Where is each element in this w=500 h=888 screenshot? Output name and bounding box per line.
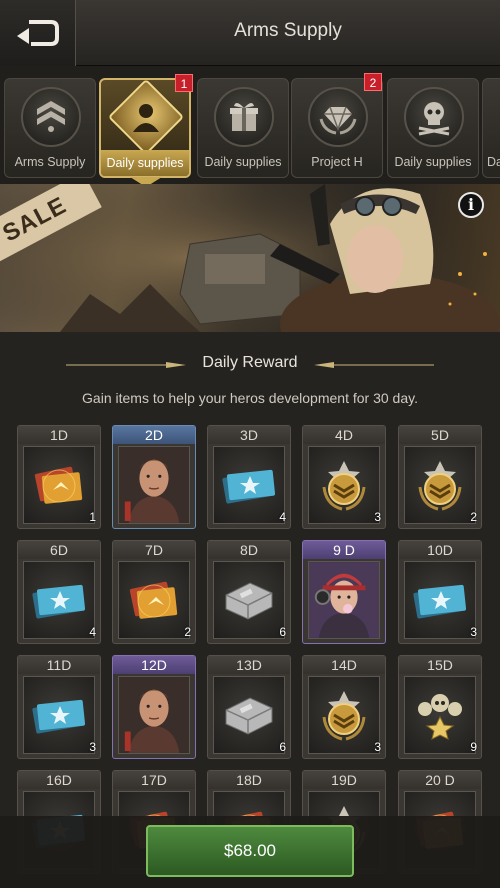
gold-cards-icon[interactable] xyxy=(118,561,190,639)
blue-card-icon[interactable] xyxy=(404,561,476,639)
day-label: 16D xyxy=(18,771,100,789)
day-label: 15D xyxy=(399,656,481,674)
day-label: 20 D xyxy=(399,771,481,789)
day-label: 1D xyxy=(18,426,100,444)
skull-medal-icon[interactable] xyxy=(404,676,476,754)
reward-day-cell[interactable]: 2D xyxy=(112,425,196,529)
tab-label: Daily supplies xyxy=(101,150,189,176)
tab-label: Daily supplies xyxy=(204,155,282,169)
gift-icon xyxy=(214,87,274,147)
silver-crate-icon[interactable] xyxy=(213,561,285,639)
gold-rank-medal-icon[interactable] xyxy=(404,446,476,524)
reward-day-cell[interactable]: 15D 9 xyxy=(398,655,482,759)
page-title: Arms Supply xyxy=(234,20,342,41)
item-count: 9 xyxy=(470,740,477,754)
day-label: 2D xyxy=(113,426,195,444)
tab-daily-supplies-active[interactable]: Daily supplies 1 xyxy=(99,74,193,178)
reward-day-cell[interactable]: 5D 2 xyxy=(398,425,482,529)
purchase-bar: $68.00 xyxy=(0,816,500,888)
hero-portrait-male[interactable] xyxy=(118,446,190,524)
item-count: 2 xyxy=(184,625,191,639)
day-label: 3D xyxy=(208,426,290,444)
item-count: 4 xyxy=(279,510,286,524)
reward-day-cell[interactable]: 7D 2 xyxy=(112,540,196,644)
blue-card-icon[interactable] xyxy=(213,446,285,524)
day-label: 19D xyxy=(303,771,385,789)
tab-project-h[interactable]: Project H 2 xyxy=(291,73,383,178)
buy-button[interactable]: $68.00 xyxy=(146,825,354,877)
gold-rank-medal-icon[interactable] xyxy=(308,676,380,754)
day-label: 6D xyxy=(18,541,100,559)
tab-label: Arms Supply xyxy=(14,155,86,169)
item-count: 6 xyxy=(279,740,286,754)
day-label: 4D xyxy=(303,426,385,444)
day-label: 12D xyxy=(113,656,195,674)
day-label: 17D xyxy=(113,771,195,789)
category-tabs: Arms Supply Daily supplies 1 Daily suppl… xyxy=(0,66,500,184)
tab-arms-supply[interactable]: Arms Supply xyxy=(4,78,96,178)
item-count: 3 xyxy=(374,510,381,524)
day-label: 7D xyxy=(113,541,195,559)
item-count: 3 xyxy=(89,740,96,754)
reward-day-cell[interactable]: 3D 4 xyxy=(207,425,291,529)
reward-day-cell[interactable]: 6D 4 xyxy=(17,540,101,644)
gold-cards-icon[interactable] xyxy=(23,446,95,524)
hero-portrait-male[interactable] xyxy=(118,676,190,754)
title-ornament-right xyxy=(314,362,434,368)
diamond-laurel-icon xyxy=(308,87,368,147)
item-count: 6 xyxy=(279,625,286,639)
military-rank-icon xyxy=(21,87,81,147)
reward-description: Gain items to help your heros developmen… xyxy=(82,390,418,406)
tab-label: Project H xyxy=(311,155,363,169)
reward-day-cell[interactable]: 8D 6 xyxy=(207,540,291,644)
item-count: 3 xyxy=(470,625,477,639)
day-label: 8D xyxy=(208,541,290,559)
blue-card-icon[interactable] xyxy=(23,676,95,754)
reward-day-cell[interactable]: 9 D xyxy=(302,540,386,644)
tab-label: Daily supplies xyxy=(394,155,472,169)
day-label: 11D xyxy=(18,656,100,674)
back-arrow-icon xyxy=(16,20,59,46)
skull-crossbones-icon xyxy=(404,87,464,147)
hero-portrait-female[interactable] xyxy=(308,561,380,639)
reward-day-cell[interactable]: 12D xyxy=(112,655,196,759)
tab-daily-supplies-skull[interactable]: Daily supplies xyxy=(387,78,479,178)
tab-label: Da xyxy=(487,155,500,169)
reward-day-cell[interactable]: 13D 6 xyxy=(207,655,291,759)
notification-badge: 1 xyxy=(175,74,193,92)
item-count: 1 xyxy=(89,510,96,524)
reward-day-cell[interactable]: 4D 3 xyxy=(302,425,386,529)
reward-day-cell[interactable]: 10D 3 xyxy=(398,540,482,644)
notification-badge: 2 xyxy=(364,73,382,91)
day-label: 13D xyxy=(208,656,290,674)
day-label: 10D xyxy=(399,541,481,559)
gold-rank-medal-icon[interactable] xyxy=(308,446,380,524)
day-label: 14D xyxy=(303,656,385,674)
tab-partial[interactable]: Da xyxy=(482,78,500,178)
tab-daily-supplies-gift[interactable]: Daily supplies xyxy=(197,78,289,178)
person-icon xyxy=(107,78,185,156)
promo-banner: SALE i xyxy=(0,184,500,332)
info-button[interactable]: i xyxy=(458,192,484,218)
item-count: 4 xyxy=(89,625,96,639)
item-count: 2 xyxy=(470,510,477,524)
reward-day-cell[interactable]: 1D 1 xyxy=(17,425,101,529)
back-button[interactable] xyxy=(0,0,76,66)
day-label: 5D xyxy=(399,426,481,444)
day-label: 9 D xyxy=(303,541,385,559)
silver-crate-icon[interactable] xyxy=(213,676,285,754)
blue-card-icon[interactable] xyxy=(23,561,95,639)
day-label: 18D xyxy=(208,771,290,789)
item-count: 3 xyxy=(374,740,381,754)
reward-day-cell[interactable]: 11D 3 xyxy=(17,655,101,759)
reward-day-cell[interactable]: 14D 3 xyxy=(302,655,386,759)
top-bar: Arms Supply xyxy=(0,0,500,66)
